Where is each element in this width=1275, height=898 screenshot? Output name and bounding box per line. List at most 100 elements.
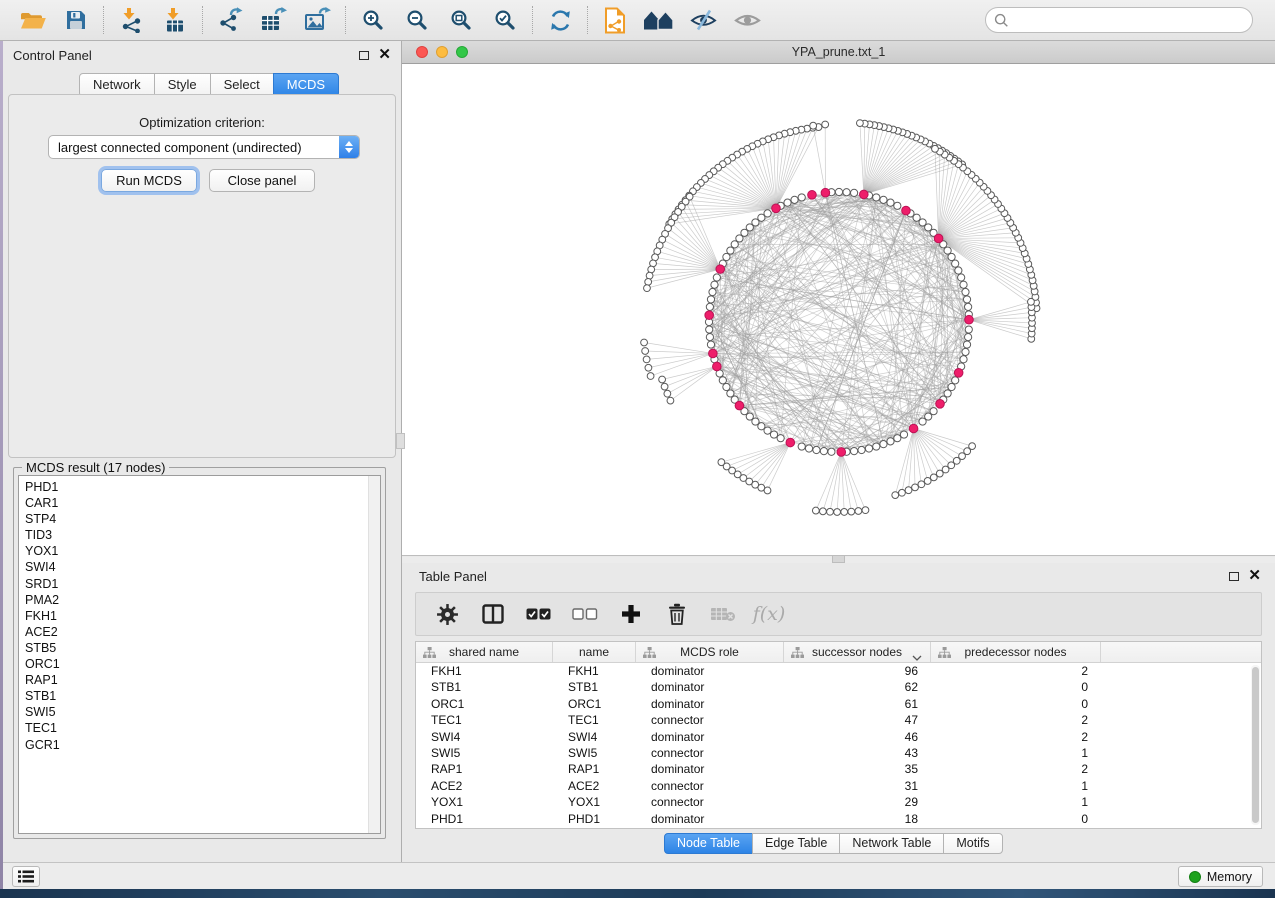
table-cell[interactable]: 46	[784, 729, 931, 745]
column-header-shared-name[interactable]: shared name	[416, 642, 553, 662]
mcds-result-item[interactable]: FKH1	[25, 608, 380, 624]
zoom-in-button[interactable]	[351, 3, 395, 37]
table-cell[interactable]: YOX1	[416, 794, 553, 810]
hide-selected-button[interactable]	[681, 3, 725, 37]
float-panel-icon[interactable]	[359, 51, 369, 60]
show-all-button[interactable]	[725, 3, 769, 37]
export-network-button[interactable]	[208, 3, 252, 37]
table-cell[interactable]: dominator	[636, 696, 784, 712]
mcds-result-item[interactable]: STB5	[25, 640, 380, 656]
table-cell[interactable]: dominator	[636, 761, 784, 777]
table-cell[interactable]: 0	[931, 679, 1101, 695]
mcds-result-item[interactable]: CAR1	[25, 495, 380, 511]
table-cell[interactable]: YOX1	[553, 794, 636, 810]
table-row[interactable]: RAP1RAP1dominator352	[416, 761, 1261, 777]
mcds-result-item[interactable]: TID3	[25, 527, 380, 543]
add-column-button[interactable]	[612, 596, 650, 632]
table-scrollbar[interactable]	[1251, 665, 1260, 825]
close-panel-icon[interactable]: ✕	[1248, 571, 1261, 581]
mcds-result-item[interactable]: RAP1	[25, 672, 380, 688]
zoom-out-button[interactable]	[395, 3, 439, 37]
select-all-button[interactable]	[520, 596, 558, 632]
import-table-button[interactable]	[153, 3, 197, 37]
table-cell[interactable]: FKH1	[553, 663, 636, 679]
table-cell[interactable]: connector	[636, 778, 784, 794]
table-cell[interactable]: ORC1	[553, 696, 636, 712]
table-row[interactable]: SWI5SWI5connector431	[416, 745, 1261, 761]
table-cell[interactable]: 1	[931, 794, 1101, 810]
table-row[interactable]: TEC1TEC1connector472	[416, 712, 1261, 728]
table-cell[interactable]: ORC1	[416, 696, 553, 712]
table-cell[interactable]: 61	[784, 696, 931, 712]
table-cell[interactable]: 47	[784, 712, 931, 728]
optimization-criterion-select[interactable]: largest connected component (undirected)	[48, 135, 360, 159]
table-cell[interactable]: RAP1	[416, 761, 553, 777]
mcds-result-item[interactable]: TEC1	[25, 720, 380, 736]
save-session-button[interactable]	[54, 3, 98, 37]
table-cell[interactable]: 18	[784, 811, 931, 827]
mcds-result-item[interactable]: STB1	[25, 688, 380, 704]
delete-column-button[interactable]	[658, 596, 696, 632]
table-cell[interactable]: connector	[636, 794, 784, 810]
table-cell[interactable]: 62	[784, 679, 931, 695]
tab-network-table[interactable]: Network Table	[839, 833, 944, 854]
table-cell[interactable]: dominator	[636, 729, 784, 745]
mcds-result-item[interactable]: ORC1	[25, 656, 380, 672]
mcds-result-item[interactable]: GCR1	[25, 737, 380, 753]
deselect-all-button[interactable]	[566, 596, 604, 632]
table-row[interactable]: ORC1ORC1dominator610	[416, 696, 1261, 712]
table-cell[interactable]: 35	[784, 761, 931, 777]
column-header-MCDS-role[interactable]: MCDS role	[636, 642, 784, 662]
table-cell[interactable]: 2	[931, 729, 1101, 745]
mcds-list-scrollbar[interactable]	[368, 476, 380, 833]
table-cell[interactable]: ACE2	[553, 778, 636, 794]
tab-edge-table[interactable]: Edge Table	[752, 833, 840, 854]
table-cell[interactable]: ACE2	[416, 778, 553, 794]
network-view[interactable]	[402, 64, 1275, 556]
export-image-button[interactable]	[296, 3, 340, 37]
table-row[interactable]: SWI4SWI4dominator462	[416, 729, 1261, 745]
tab-node-table[interactable]: Node Table	[664, 833, 753, 854]
horizontal-splitter-grip[interactable]	[832, 555, 845, 563]
table-cell[interactable]: 1	[931, 745, 1101, 761]
export-table-button[interactable]	[252, 3, 296, 37]
mcds-result-list[interactable]: PHD1CAR1STP4TID3YOX1SWI4SRD1PMA2FKH1ACE2…	[18, 475, 381, 834]
table-cell[interactable]: 1	[931, 778, 1101, 794]
search-field[interactable]	[985, 7, 1253, 33]
import-network-button[interactable]	[109, 3, 153, 37]
mcds-result-item[interactable]: SWI5	[25, 704, 380, 720]
sort-chevron-icon[interactable]	[912, 650, 922, 664]
mcds-result-item[interactable]: YOX1	[25, 543, 380, 559]
table-cell[interactable]: PHD1	[416, 811, 553, 827]
table-cell[interactable]: dominator	[636, 811, 784, 827]
network-window-titlebar[interactable]: YPA_prune.txt_1	[402, 41, 1275, 64]
mcds-result-item[interactable]: SRD1	[25, 576, 380, 592]
mcds-result-item[interactable]: ACE2	[25, 624, 380, 640]
neighborhood-button[interactable]	[637, 3, 681, 37]
table-settings-button[interactable]	[428, 596, 466, 632]
split-panel-button[interactable]	[474, 596, 512, 632]
network-canvas[interactable]	[402, 64, 1273, 555]
zoom-fit-button[interactable]	[439, 3, 483, 37]
table-cell[interactable]: SWI5	[416, 745, 553, 761]
table-cell[interactable]: STB1	[553, 679, 636, 695]
table-cell[interactable]: 96	[784, 663, 931, 679]
close-panel-button[interactable]: Close panel	[209, 169, 315, 192]
float-panel-icon[interactable]	[1229, 572, 1239, 581]
table-cell[interactable]: RAP1	[553, 761, 636, 777]
table-cell[interactable]: 0	[931, 811, 1101, 827]
table-row[interactable]: FKH1FKH1dominator962	[416, 663, 1261, 679]
memory-button[interactable]: Memory	[1178, 866, 1263, 887]
table-row[interactable]: ACE2ACE2connector311	[416, 778, 1261, 794]
table-cell[interactable]: TEC1	[553, 712, 636, 728]
table-row[interactable]: STB1STB1dominator620	[416, 679, 1261, 695]
table-cell[interactable]: 2	[931, 712, 1101, 728]
table-cell[interactable]: dominator	[636, 679, 784, 695]
column-header-successor-nodes[interactable]: successor nodes	[784, 642, 931, 662]
table-row[interactable]: YOX1YOX1connector291	[416, 794, 1261, 810]
refresh-view-button[interactable]	[538, 3, 582, 37]
table-cell[interactable]: SWI4	[416, 729, 553, 745]
column-header-predecessor-nodes[interactable]: predecessor nodes	[931, 642, 1101, 662]
table-cell[interactable]: SWI4	[553, 729, 636, 745]
table-cell[interactable]: dominator	[636, 663, 784, 679]
